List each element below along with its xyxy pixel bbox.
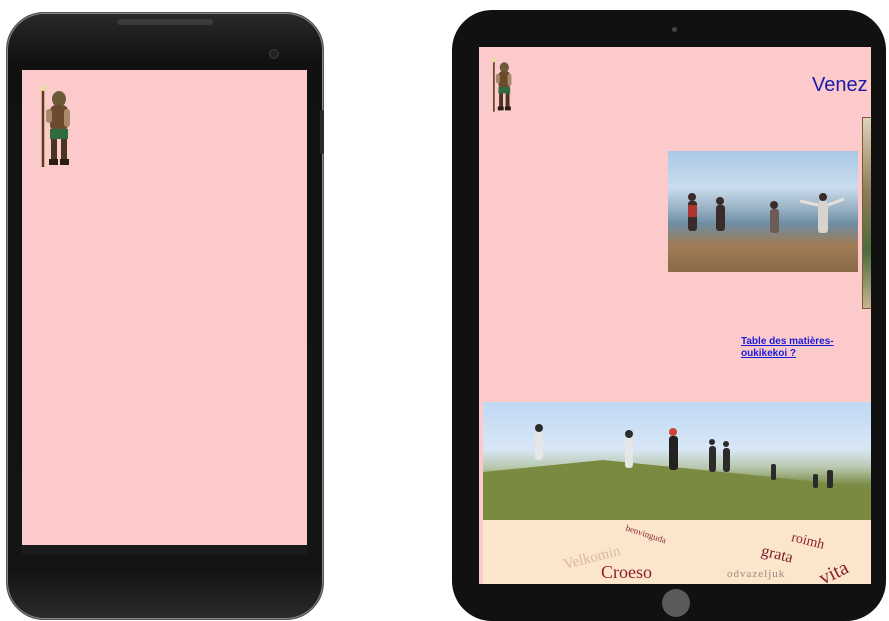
page-title: Venez — [812, 74, 868, 96]
side-photo — [862, 117, 871, 309]
tablet-home-button[interactable] — [662, 589, 690, 617]
welcome-word: odvazeljuk — [727, 568, 786, 580]
welcome-word: benvinguda — [624, 522, 668, 546]
phone-power-button[interactable] — [320, 110, 324, 154]
tablet-camera — [672, 27, 677, 32]
phone-earpiece — [117, 19, 213, 25]
phone-device — [6, 12, 324, 620]
phone-screen — [22, 70, 307, 545]
hiker-mascot-icon — [40, 85, 70, 167]
welcome-word: grata — [759, 542, 795, 567]
welcome-word: vita — [815, 556, 853, 584]
beach-group-photo — [668, 151, 858, 272]
hikers-hill-photo — [483, 402, 871, 520]
table-of-contents-link[interactable]: Table des matières-oukikekoi ? — [741, 336, 861, 360]
welcome-word: roimh — [789, 530, 826, 553]
welcome-words-banner: benvinguda Velkomin Croeso roimh grata v… — [483, 520, 871, 584]
tablet-device: Venez Table des matières-oukikekoi ? ben… — [452, 10, 886, 621]
phone-camera — [269, 49, 279, 59]
hiker-mascot-icon — [491, 58, 512, 112]
tablet-screen: Venez Table des matières-oukikekoi ? ben… — [479, 47, 871, 584]
phone-nav-bar — [22, 545, 307, 555]
welcome-word: Croeso — [601, 562, 652, 582]
